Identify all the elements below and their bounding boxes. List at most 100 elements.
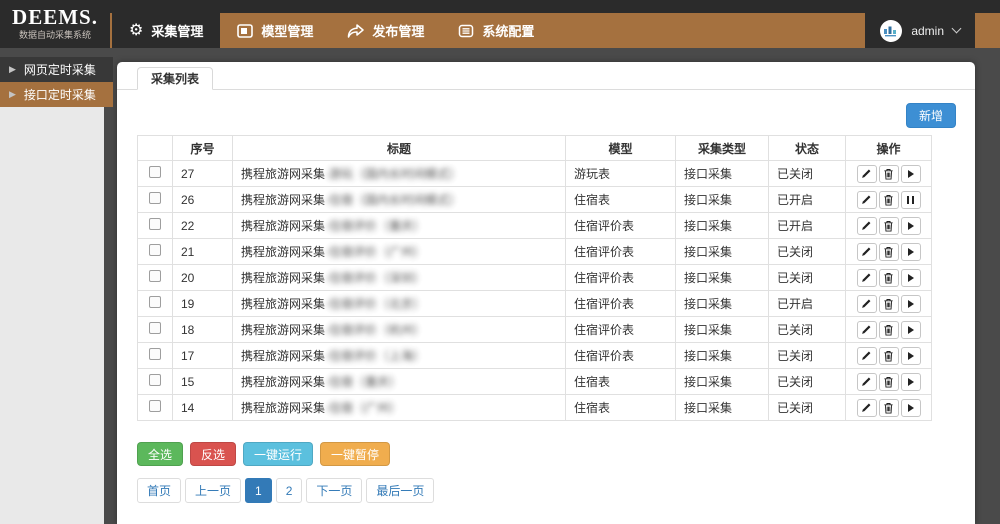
delete-button[interactable] [879, 399, 899, 417]
run-button[interactable] [901, 295, 921, 313]
run-button[interactable] [901, 243, 921, 261]
page-item[interactable]: 最后一页 [366, 478, 434, 503]
row-title-blurred: -住宿评价（北京） [325, 297, 425, 311]
row-checkbox[interactable] [149, 244, 161, 256]
edit-button[interactable] [857, 321, 877, 339]
row-serial: 18 [173, 317, 233, 343]
row-title: 携程旅游网采集-住宿评价（杭州） [233, 317, 566, 343]
run-button[interactable] [901, 373, 921, 391]
run-all-button[interactable]: 一键运行 [243, 442, 313, 466]
nav-item-system[interactable]: 系统配置 [441, 13, 551, 48]
pause-all-button[interactable]: 一键暂停 [320, 442, 390, 466]
user-name: admin [911, 24, 944, 38]
row-model: 住宿评价表 [566, 213, 676, 239]
row-model: 住宿表 [566, 187, 676, 213]
edit-button[interactable] [857, 217, 877, 235]
row-title-blurred: -住宿（国内长时间模式） [325, 193, 461, 207]
edit-button[interactable] [857, 243, 877, 261]
nav-item-collection[interactable]: ⚙ 采集管理 [112, 13, 220, 48]
row-serial: 15 [173, 369, 233, 395]
row-checkbox[interactable] [149, 348, 161, 360]
run-button[interactable] [901, 399, 921, 417]
row-checkbox[interactable] [149, 374, 161, 386]
delete-button[interactable] [879, 347, 899, 365]
row-collect-type: 接口采集 [676, 395, 769, 421]
column-header: 标题 [233, 136, 566, 161]
row-serial: 26 [173, 187, 233, 213]
row-collect-type: 接口采集 [676, 187, 769, 213]
edit-button[interactable] [857, 165, 877, 183]
delete-button[interactable] [879, 295, 899, 313]
invert-select-button[interactable]: 反选 [190, 442, 236, 466]
edit-button[interactable] [857, 295, 877, 313]
delete-button[interactable] [879, 217, 899, 235]
edit-button[interactable] [857, 373, 877, 391]
pause-button[interactable] [901, 191, 921, 209]
caret-right-icon: ▶ [9, 65, 16, 74]
row-status: 已开启 [769, 187, 846, 213]
edit-button[interactable] [857, 347, 877, 365]
batch-actions: 全选反选一键运行一键暂停 [137, 442, 390, 466]
row-checkbox[interactable] [149, 270, 161, 282]
row-title-clear: 携程旅游网采集 [241, 219, 325, 233]
delete-button[interactable] [879, 165, 899, 183]
row-serial: 21 [173, 239, 233, 265]
page-item[interactable]: 下一页 [306, 478, 362, 503]
run-button[interactable] [901, 347, 921, 365]
row-checkbox[interactable] [149, 166, 161, 178]
edit-button[interactable] [857, 269, 877, 287]
run-button[interactable] [901, 269, 921, 287]
add-button[interactable]: 新增 [906, 103, 956, 128]
edit-button[interactable] [857, 191, 877, 209]
delete-button[interactable] [879, 373, 899, 391]
select-all-button[interactable]: 全选 [137, 442, 183, 466]
column-header: 模型 [566, 136, 676, 161]
row-checkbox[interactable] [149, 218, 161, 230]
nav-item-publish[interactable]: 发布管理 [330, 13, 441, 48]
sidebar-item-web-collection[interactable]: ▶ 网页定时采集 [0, 57, 113, 82]
row-title: 携程旅游网采集-住宿评价（广州） [233, 239, 566, 265]
share-arrow-icon [347, 24, 364, 38]
table-row: 22携程旅游网采集-住宿评价（重庆）住宿评价表接口采集已开启 [138, 213, 932, 239]
run-button[interactable] [901, 321, 921, 339]
row-title-blurred: -住宿评价（重庆） [325, 219, 425, 233]
page-item[interactable]: 1 [245, 478, 272, 503]
delete-button[interactable] [879, 321, 899, 339]
edit-button[interactable] [857, 399, 877, 417]
delete-button[interactable] [879, 191, 899, 209]
app-root: DEEMS. 数据自动采集系统 ⚙ 采集管理 模型管理 发布管理 [0, 0, 1000, 524]
sidebar-item-api-collection[interactable]: ▶ 接口定时采集 [0, 82, 113, 107]
row-status: 已关闭 [769, 317, 846, 343]
row-checkbox[interactable] [149, 296, 161, 308]
row-checkbox[interactable] [149, 192, 161, 204]
row-title-clear: 携程旅游网采集 [241, 349, 325, 363]
tab-collection-list[interactable]: 采集列表 [137, 67, 213, 90]
row-actions [846, 187, 932, 213]
row-title: 携程旅游网采集-住宿（广州） [233, 395, 566, 421]
page-item[interactable]: 上一页 [185, 478, 241, 503]
row-collect-type: 接口采集 [676, 239, 769, 265]
user-menu[interactable]: admin [865, 13, 975, 48]
row-serial: 20 [173, 265, 233, 291]
run-button[interactable] [901, 217, 921, 235]
row-checkbox[interactable] [149, 400, 161, 412]
row-serial: 17 [173, 343, 233, 369]
delete-button[interactable] [879, 269, 899, 287]
nav-item-label: 模型管理 [261, 21, 313, 40]
row-serial: 22 [173, 213, 233, 239]
content-panel: 采集列表 新增 序号标题模型采集类型状态操作 27携程旅游网采集-游玩（国内长时… [117, 62, 975, 524]
collection-table: 序号标题模型采集类型状态操作 27携程旅游网采集-游玩（国内长时间模式）游玩表接… [137, 135, 932, 421]
run-button[interactable] [901, 165, 921, 183]
page-item[interactable]: 2 [276, 478, 303, 503]
page-item[interactable]: 首页 [137, 478, 181, 503]
row-title-blurred: -住宿评价（深圳） [325, 271, 425, 285]
row-collect-type: 接口采集 [676, 343, 769, 369]
nav-item-label: 采集管理 [151, 21, 203, 40]
row-checkbox[interactable] [149, 322, 161, 334]
row-title-blurred: -住宿（广州） [325, 401, 401, 415]
row-title-blurred: -住宿评价（杭州） [325, 323, 425, 337]
nav-item-model[interactable]: 模型管理 [220, 13, 330, 48]
delete-button[interactable] [879, 243, 899, 261]
row-collect-type: 接口采集 [676, 265, 769, 291]
row-title: 携程旅游网采集-住宿评价（深圳） [233, 265, 566, 291]
